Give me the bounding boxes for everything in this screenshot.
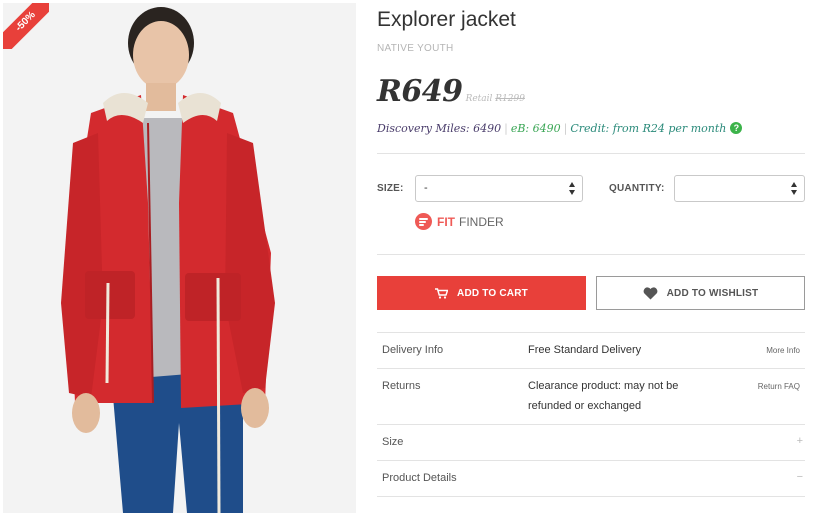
chevron-updown-icon [791,182,798,195]
size-label: SIZE: [377,183,404,194]
divider [377,153,805,154]
divider [377,254,805,255]
size-accordion-label: Size [382,436,404,448]
sale-badge: -50% [3,3,49,49]
rewards-line: Discovery Miles: 6490 | eB: 6490 | Credit: f… [377,122,743,135]
add-to-cart-button[interactable]: ADD TO CART [377,276,586,310]
fit-finder-icon [415,213,432,230]
product-details-accordion[interactable]: Product Details − [377,461,805,496]
add-to-cart-label: ADD TO CART [457,287,528,299]
retail-amount: R1299 [495,94,525,104]
current-price: R649 [377,74,463,109]
add-to-wishlist-button[interactable]: ADD TO WISHLIST [596,276,805,310]
return-faq-link[interactable]: Return FAQ [758,382,800,391]
fit-finder-link[interactable]: FIT FINDER [415,213,504,230]
fit-finder-fit: FIT [437,214,455,229]
minus-icon: − [796,471,803,483]
model-illustration [61,7,275,513]
returns-label: Returns [382,380,421,392]
delivery-info-value: Free Standard Delivery [528,344,642,356]
help-icon[interactable]: ? [730,122,743,134]
divider: | [563,122,568,135]
product-details-panel: Explorer jacket NATIVE YOUTH R649 Retail … [377,0,805,513]
add-to-wishlist-label: ADD TO WISHLIST [666,287,759,299]
quantity-select[interactable] [674,175,805,202]
size-accordion[interactable]: Size + [377,425,805,460]
divider [377,496,805,497]
fit-finder-finder: FINDER [459,214,504,229]
retail-prefix: Retail [465,94,493,104]
delivery-info-row: Delivery Info Free Standard Delivery Mor… [377,333,805,368]
chevron-updown-icon [569,182,576,195]
ebucks: eB: 6490 [510,122,561,135]
size-select[interactable]: - [415,175,583,202]
size-select-value: - [424,182,428,194]
delivery-info-label: Delivery Info [382,344,444,356]
product-title: Explorer jacket [377,8,516,31]
product-details-label: Product Details [382,472,457,484]
plus-icon: + [796,435,803,447]
divider: | [504,122,508,135]
returns-row: Returns Clearance product: may not be re… [377,369,805,424]
price-row: R649 Retail R1299 [377,74,525,114]
credit-offer: Credit: from R24 per month [570,122,727,135]
returns-value: Clearance product: may not be refunded o… [528,380,679,412]
discovery-miles: Discovery Miles: 6490 [377,122,502,135]
product-brand[interactable]: NATIVE YOUTH [377,43,454,54]
heart-icon [643,286,658,299]
product-image[interactable]: -50% [3,3,356,513]
sale-ribbon: -50% [3,3,49,49]
cart-icon [435,287,449,299]
retail-price: Retail R1299 [466,94,525,104]
quantity-label: QUANTITY: [609,183,665,194]
more-info-link[interactable]: More Info [766,346,800,355]
